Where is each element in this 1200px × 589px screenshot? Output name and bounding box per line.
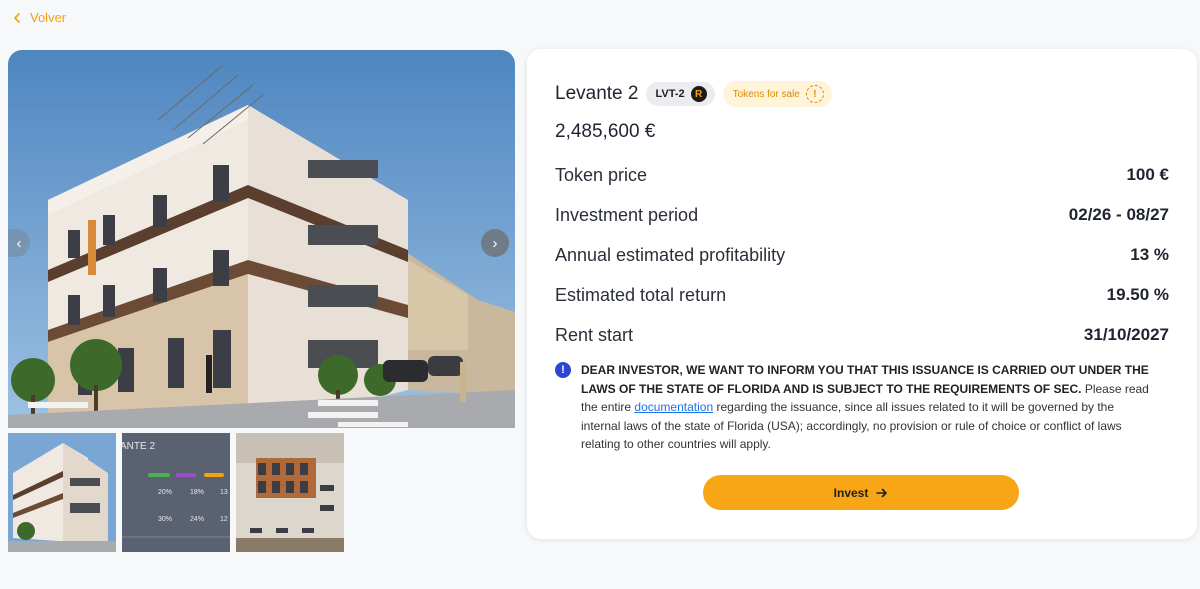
detail-value: 13 %	[1130, 245, 1169, 264]
detail-row-total-return: Estimated total return 19.50 %	[555, 275, 1169, 315]
legal-notice: ! DEAR INVESTOR, WE WANT TO INFORM YOU T…	[555, 361, 1169, 454]
detail-row-rent-start: Rent start 31/10/2027	[555, 315, 1169, 355]
chevron-right-icon: ›	[492, 234, 498, 252]
detail-label: Estimated total return	[555, 284, 727, 305]
legal-notice-bold: DEAR INVESTOR, WE WANT TO INFORM YOU THA…	[581, 363, 1149, 396]
building-thumbnail-image	[8, 433, 116, 552]
infographic-thumbnail: ANTE 2 20% 18% 13 30% 24% 12	[122, 433, 230, 552]
thumb2-r1c1: 20%	[158, 489, 172, 496]
token-logo-icon: R	[690, 86, 707, 102]
thumb2-r2c2: 24%	[190, 516, 204, 523]
facade-thumbnail	[236, 433, 344, 552]
pending-icon: !	[805, 85, 824, 103]
thumbnail-3[interactable]	[236, 433, 344, 552]
detail-label: Investment period	[555, 204, 699, 225]
property-price: 2,485,600 €	[555, 121, 656, 142]
thumb2-r1c3: 13	[220, 489, 228, 496]
info-icon: !	[555, 362, 571, 378]
thumb2-r2c1: 30%	[158, 516, 172, 523]
detail-value: 19.50 %	[1106, 285, 1169, 304]
arrow-right-icon	[876, 488, 888, 497]
thumb2-r1c2: 18%	[190, 489, 204, 496]
back-link[interactable]: Volver	[12, 10, 66, 25]
detail-row-annual-profitability: Annual estimated profitability 13 %	[555, 235, 1169, 275]
thumbnail-2[interactable]: ANTE 2 20% 18% 13 30% 24% 12	[122, 433, 230, 552]
detail-row-investment-period: Investment period 02/26 - 08/27	[555, 195, 1169, 235]
building-photo	[8, 50, 515, 428]
chevron-left-icon: ‹	[16, 234, 22, 252]
detail-value: 100 €	[1126, 165, 1169, 184]
legal-notice-text: DEAR INVESTOR, WE WANT TO INFORM YOU THA…	[581, 361, 1155, 454]
details-list: Token price 100 € Investment period 02/2…	[555, 155, 1169, 355]
thumb2-r2c3: 12	[220, 516, 228, 523]
detail-value: 02/26 - 08/27	[1068, 205, 1169, 224]
title-row: Levante 2 LVT-2 R Tokens for sale !	[555, 79, 1169, 109]
back-label: Volver	[30, 10, 67, 25]
invest-button-label: Invest	[833, 485, 869, 500]
invest-button[interactable]: Invest	[703, 475, 1019, 510]
documentation-link[interactable]: documentation	[634, 400, 713, 414]
property-card: Levante 2 LVT-2 R Tokens for sale ! 2,48…	[527, 49, 1197, 539]
next-image-button[interactable]: ›	[481, 229, 509, 257]
main-photo: ‹ ›	[8, 50, 515, 428]
detail-label: Token price	[555, 164, 648, 185]
thumb2-title: ANTE 2	[122, 441, 155, 452]
chevron-left-icon	[14, 12, 20, 23]
ticker-badge: LVT-2 R	[646, 82, 715, 106]
ticker-label: LVT-2	[655, 88, 685, 100]
property-title: Levante 2	[555, 83, 639, 104]
detail-value: 31/10/2027	[1083, 325, 1169, 344]
detail-label: Rent start	[555, 324, 634, 345]
thumbnail-1[interactable]	[8, 433, 116, 552]
thumbnail-strip: ANTE 2 20% 18% 13 30% 24% 12	[8, 433, 344, 552]
status-badge: Tokens for sale !	[722, 81, 832, 107]
detail-label: Annual estimated profitability	[555, 244, 786, 265]
status-badge-label: Tokens for sale	[732, 88, 800, 100]
detail-row-token-price: Token price 100 €	[555, 155, 1169, 195]
